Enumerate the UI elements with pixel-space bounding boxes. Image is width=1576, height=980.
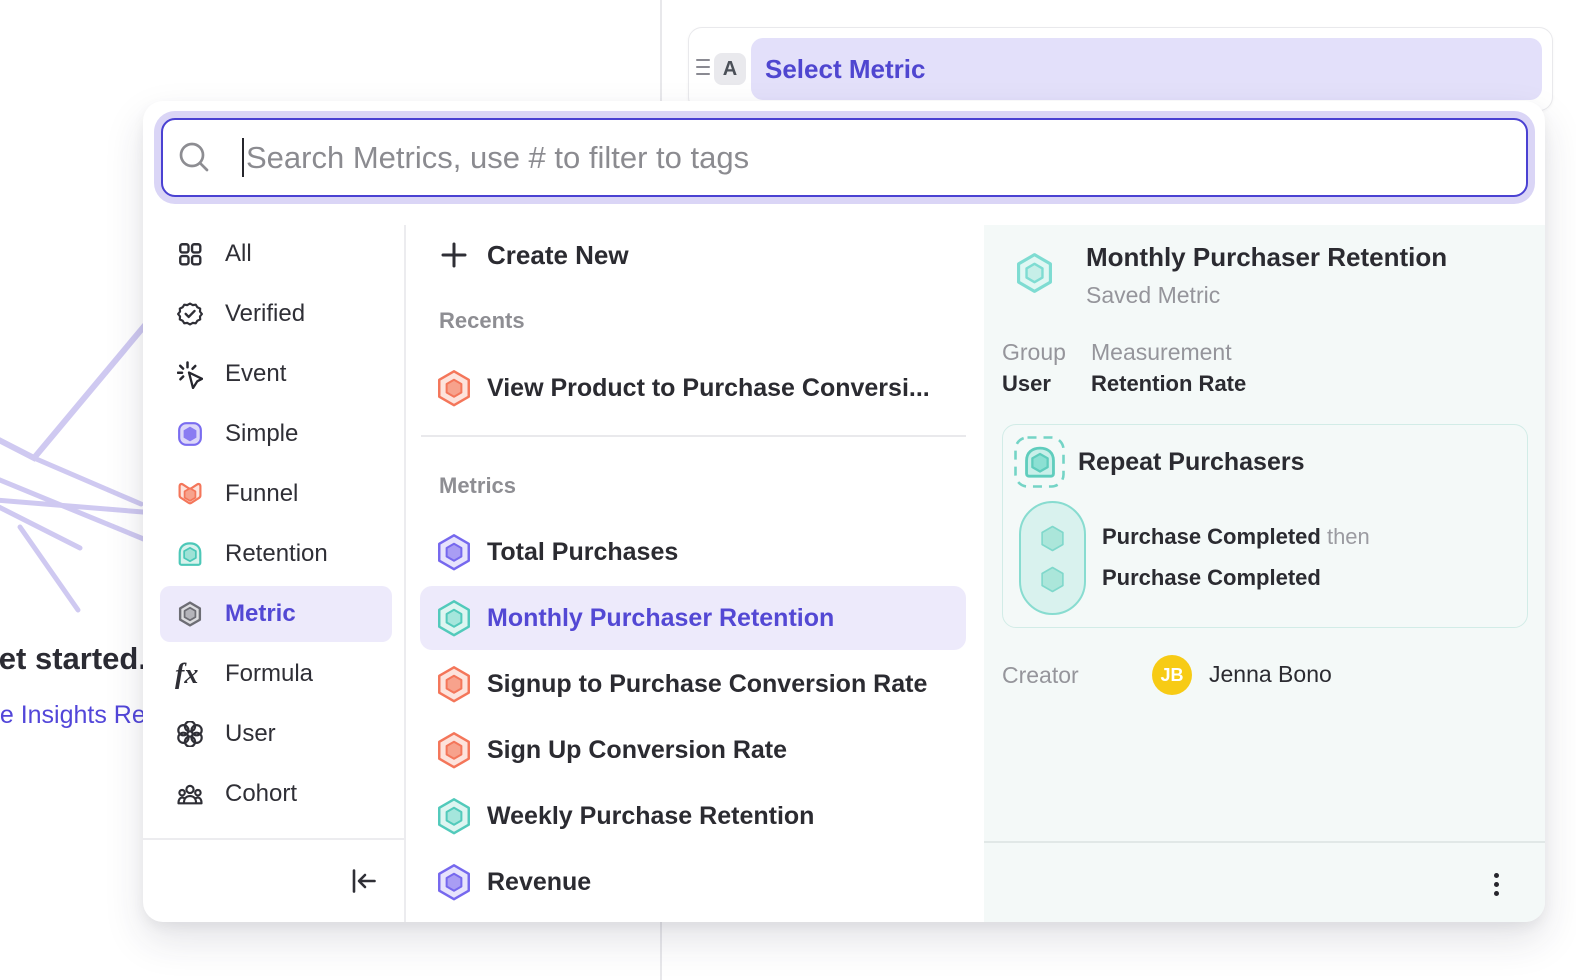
- svg-text:fx: fx: [175, 659, 198, 690]
